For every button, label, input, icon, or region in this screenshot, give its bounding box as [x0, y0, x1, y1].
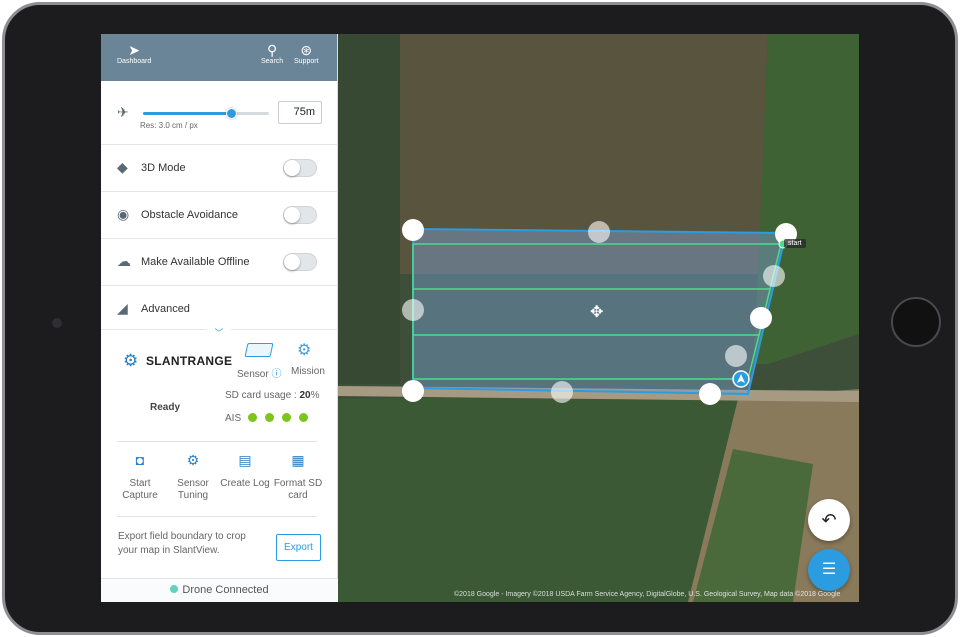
sd-usage-label: SD card usage :	[225, 390, 297, 401]
altitude-slider-fill	[143, 112, 232, 115]
search-button[interactable]: ⚲ Search	[261, 42, 283, 65]
info-icon[interactable]: ⓘ	[271, 369, 281, 380]
divider	[117, 441, 317, 442]
advanced-row[interactable]: ◢ Advanced	[101, 286, 338, 330]
divider	[117, 516, 317, 517]
start-label: start	[784, 239, 806, 248]
confirm-mission-button[interactable]: ☰	[808, 549, 850, 591]
start-capture-label: Start Capture	[122, 478, 158, 501]
sensor-icon[interactable]	[244, 343, 274, 357]
boundary-vertex-handle[interactable]	[750, 307, 772, 329]
ais-dot	[282, 413, 291, 422]
altitude-slider[interactable]	[143, 108, 269, 119]
boundary-midpoint-handle[interactable]	[763, 265, 785, 287]
boundary-vertex-handle[interactable]	[699, 383, 721, 405]
create-log-label: Create Log	[220, 478, 270, 489]
support-label: Support	[294, 58, 319, 65]
mission-gear-icon[interactable]: ⚙	[297, 340, 311, 360]
mode-3d-label: 3D Mode	[141, 162, 186, 174]
ais-dot	[248, 413, 257, 422]
top-bar: ➤ Dashboard ⚲ Search ⊛ Support	[101, 34, 337, 81]
boundary-midpoint-handle[interactable]	[588, 221, 610, 243]
search-label: Search	[261, 58, 284, 65]
boundary-midpoint-handle[interactable]	[402, 299, 424, 321]
gear-icon: ⚙	[123, 351, 139, 370]
settings-triangle-icon: ◢	[117, 300, 128, 316]
ais-label: AIS	[225, 413, 242, 424]
sensor-label: Sensor ⓘ	[237, 365, 281, 380]
boundary-vertex-handle[interactable]	[402, 380, 424, 402]
map-copyright: ©2018 Google - Imagery ©2018 USDA Farm S…	[454, 591, 841, 598]
export-button[interactable]: Export	[276, 534, 321, 561]
altitude-row: ✈ Res: 3.0 cm / px 75m	[101, 90, 338, 145]
altitude-input[interactable]: 75m	[278, 101, 322, 124]
mode-3d-row: ◆ 3D Mode	[101, 145, 338, 192]
cube-icon: ◆	[117, 159, 128, 175]
lifebuoy-icon: ⊛	[300, 42, 313, 58]
sensor-status: Ready	[150, 402, 181, 413]
start-capture-button[interactable]: ◘ Start Capture	[114, 452, 166, 502]
sd-usage-unit: %	[310, 390, 320, 401]
slantrange-title: SLANTRANGE	[146, 354, 233, 368]
offline-label: Make Available Offline	[141, 256, 250, 268]
support-button[interactable]: ⊛ Support	[294, 42, 319, 65]
camera	[52, 318, 62, 328]
sensor-tuning-button[interactable]: ⚙ Sensor Tuning	[167, 452, 219, 502]
green-field-west	[338, 34, 400, 384]
green-field-south	[338, 394, 738, 602]
boundary-vertex-handle[interactable]	[402, 219, 424, 241]
create-log-button[interactable]: ▤ Create Log	[219, 452, 271, 490]
search-icon: ⚲	[266, 42, 278, 58]
connection-status-dot	[170, 585, 179, 594]
format-sd-button[interactable]: ▦ Format SD card	[272, 452, 324, 502]
obstacle-avoidance-toggle[interactable]	[283, 206, 317, 224]
sensor-label-text: Sensor	[237, 369, 269, 380]
resolution-label: Res: 3.0 cm / px	[140, 121, 198, 130]
cloud-download-icon: ☁	[117, 253, 131, 269]
sd-usage-value: 20	[299, 390, 311, 401]
mode-3d-toggle[interactable]	[283, 159, 317, 177]
altitude-slider-handle[interactable]	[226, 108, 238, 119]
undo-button[interactable]: ↶	[808, 499, 850, 541]
boundary-midpoint-handle[interactable]	[551, 381, 573, 403]
undo-icon: ↶	[821, 510, 837, 530]
camera-icon: ◘	[135, 452, 145, 468]
offline-toggle[interactable]	[283, 253, 317, 271]
back-arrow-icon: ➤	[128, 42, 140, 58]
document-icon: ▤	[238, 452, 252, 468]
export-description: Export field boundary to crop your map i…	[118, 531, 246, 556]
drone-status-label: Drone Connected	[182, 584, 269, 596]
checklist-icon: ☰	[821, 561, 837, 578]
dashboard-label: Dashboard	[117, 58, 152, 65]
map-view[interactable]: start ✥ ↶ ☰ ©2018 Google - Imagery ©2018…	[338, 34, 859, 602]
chevron-down-icon[interactable]: ﹀	[207, 326, 231, 338]
obstacle-avoidance-label: Obstacle Avoidance	[141, 209, 239, 221]
sidebar: ➤ Dashboard ⚲ Search ⊛ Support ✈ Res: 3.…	[101, 34, 338, 602]
mission-label: Mission	[291, 366, 325, 377]
ais-dot	[299, 413, 308, 422]
home-button[interactable]	[891, 297, 941, 347]
advanced-label: Advanced	[141, 303, 190, 315]
sensor-tuning-label: Sensor Tuning	[177, 478, 209, 501]
sd-usage: SD card usage : 20%	[225, 390, 320, 401]
obstacle-avoidance-row: ◉ Obstacle Avoidance	[101, 192, 338, 239]
format-sd-label: Format SD card	[273, 478, 323, 501]
dashboard-button[interactable]: ➤ Dashboard	[117, 42, 151, 65]
tuning-icon: ⚙	[186, 452, 200, 468]
sd-card-icon: ▦	[291, 452, 305, 468]
drone-status-bar: Drone Connected	[101, 578, 338, 602]
signal-waves-icon: ◉	[117, 206, 130, 222]
offline-row: ☁ Make Available Offline	[101, 239, 338, 286]
app-screen: ➤ Dashboard ⚲ Search ⊛ Support ✈ Res: 3.…	[101, 34, 859, 602]
boundary-midpoint-handle[interactable]	[725, 345, 747, 367]
ais-dot	[265, 413, 274, 422]
plane-takeoff-icon: ✈	[117, 104, 129, 120]
move-icon[interactable]: ✥	[590, 302, 603, 322]
